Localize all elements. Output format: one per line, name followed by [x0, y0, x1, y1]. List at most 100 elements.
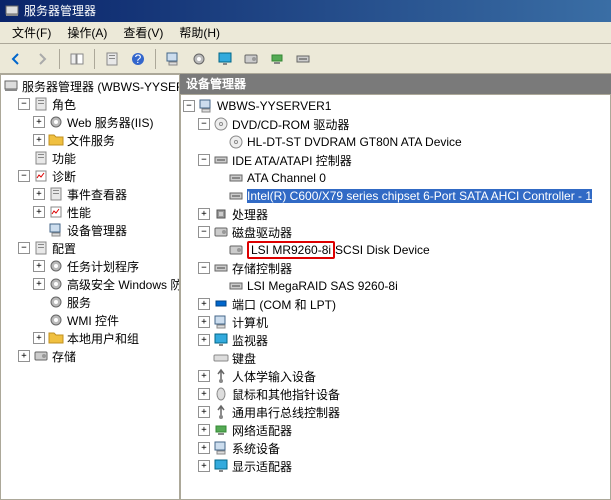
iis-icon	[48, 114, 64, 130]
collapse-icon[interactable]: −	[198, 226, 210, 238]
collapse-icon[interactable]: −	[198, 154, 210, 166]
back-button[interactable]	[4, 47, 28, 71]
expand-icon[interactable]: +	[18, 350, 30, 362]
disk-icon	[213, 224, 229, 240]
display-icon	[213, 458, 229, 474]
dev-ata-channel[interactable]: ATA Channel 0	[183, 169, 608, 187]
cpu-icon	[213, 206, 229, 222]
expand-icon[interactable]: +	[33, 188, 45, 200]
left-tree-panel: 服务器管理器 (WBWS-YYSERVER1 −角色 +Web 服务器(IIS)…	[0, 74, 180, 500]
node-file-service[interactable]: +文件服务	[3, 131, 177, 149]
menu-action[interactable]: 操作(A)	[59, 22, 115, 43]
expand-icon[interactable]: +	[33, 260, 45, 272]
node-web-iis[interactable]: +Web 服务器(IIS)	[3, 113, 177, 131]
node-features[interactable]: 功能	[3, 149, 177, 167]
collapse-icon[interactable]: −	[198, 118, 210, 130]
dev-computer-root[interactable]: −WBWS-YYSERVER1	[183, 97, 608, 115]
node-device-manager[interactable]: 设备管理器	[3, 221, 177, 239]
root-server-manager[interactable]: 服务器管理器 (WBWS-YYSERVER1	[3, 77, 177, 95]
help-button[interactable]: ?	[126, 47, 150, 71]
dvd-icon	[228, 134, 244, 150]
expand-icon[interactable]: +	[198, 424, 210, 436]
expand-icon[interactable]: +	[198, 442, 210, 454]
dev-mouse-category[interactable]: +鼠标和其他指针设备	[183, 385, 608, 403]
node-storage[interactable]: +存储	[3, 347, 177, 365]
menu-file[interactable]: 文件(F)	[4, 22, 59, 43]
expand-icon[interactable]: +	[198, 406, 210, 418]
expand-icon[interactable]: +	[33, 116, 45, 128]
port-icon	[213, 296, 229, 312]
storage-ctrl-icon	[228, 278, 244, 294]
dev-lsi-raid[interactable]: LSI MegaRAID SAS 9260-8i	[183, 277, 608, 295]
node-roles[interactable]: −角色	[3, 95, 177, 113]
properties-button[interactable]	[100, 47, 124, 71]
tb-btn-5[interactable]	[291, 47, 315, 71]
node-configuration[interactable]: −配置	[3, 239, 177, 257]
scan-button[interactable]	[161, 47, 185, 71]
dev-dvd-device[interactable]: HL-DT-ST DVDRAM GT80N ATA Device	[183, 133, 608, 151]
wmi-icon	[48, 312, 64, 328]
collapse-icon[interactable]: −	[198, 262, 210, 274]
dev-display-category[interactable]: +显示适配器	[183, 457, 608, 475]
expand-icon[interactable]: +	[198, 334, 210, 346]
dev-lsi-disk[interactable]: LSI MR9260-8i SCSI Disk Device	[183, 241, 608, 259]
configuration-icon	[33, 240, 49, 256]
node-performance[interactable]: +性能	[3, 203, 177, 221]
dev-network-category[interactable]: +网络适配器	[183, 421, 608, 439]
dev-cpu-category[interactable]: +处理器	[183, 205, 608, 223]
storage-icon	[33, 348, 49, 364]
expand-icon[interactable]: +	[198, 388, 210, 400]
expand-icon[interactable]: +	[33, 332, 45, 344]
node-local-users[interactable]: +本地用户和组	[3, 329, 177, 347]
firewall-icon	[48, 276, 64, 292]
menu-view[interactable]: 查看(V)	[115, 22, 171, 43]
mouse-icon	[213, 386, 229, 402]
dev-usb-category[interactable]: +通用串行总线控制器	[183, 403, 608, 421]
dev-computer-category[interactable]: +计算机	[183, 313, 608, 331]
collapse-icon[interactable]: −	[18, 242, 30, 254]
tb-btn-1[interactable]	[187, 47, 211, 71]
task-scheduler-icon	[48, 258, 64, 274]
services-icon	[48, 294, 64, 310]
node-diagnostics[interactable]: −诊断	[3, 167, 177, 185]
dev-keyboard-category[interactable]: 键盘	[183, 349, 608, 367]
tb-btn-4[interactable]	[265, 47, 289, 71]
node-services[interactable]: 服务	[3, 293, 177, 311]
expand-icon[interactable]: +	[198, 316, 210, 328]
expand-icon[interactable]: +	[198, 298, 210, 310]
collapse-icon[interactable]: −	[18, 98, 30, 110]
expand-icon[interactable]: +	[33, 206, 45, 218]
server-icon	[3, 78, 19, 94]
forward-button[interactable]	[30, 47, 54, 71]
keyboard-icon	[213, 350, 229, 366]
node-firewall[interactable]: +高级安全 Windows 防火墙	[3, 275, 177, 293]
performance-icon	[48, 204, 64, 220]
dev-storage-ctrl-category[interactable]: −存储控制器	[183, 259, 608, 277]
dev-disk-category[interactable]: −磁盘驱动器	[183, 223, 608, 241]
file-service-icon	[48, 132, 64, 148]
dev-hid-category[interactable]: +人体学输入设备	[183, 367, 608, 385]
menu-bar: 文件(F) 操作(A) 查看(V) 帮助(H)	[0, 22, 611, 44]
node-event-viewer[interactable]: +事件查看器	[3, 185, 177, 203]
node-task-scheduler[interactable]: +任务计划程序	[3, 257, 177, 275]
menu-help[interactable]: 帮助(H)	[171, 22, 228, 43]
tb-btn-2[interactable]	[213, 47, 237, 71]
collapse-icon[interactable]: −	[18, 170, 30, 182]
collapse-icon[interactable]: −	[183, 100, 195, 112]
node-wmi[interactable]: WMI 控件	[3, 311, 177, 329]
expand-icon[interactable]: +	[198, 208, 210, 220]
dev-ports-category[interactable]: +端口 (COM 和 LPT)	[183, 295, 608, 313]
tb-btn-3[interactable]	[239, 47, 263, 71]
expand-icon[interactable]: +	[198, 370, 210, 382]
dev-intel-ahci[interactable]: Intel(R) C600/X79 series chipset 6-Port …	[183, 187, 608, 205]
dev-dvd-category[interactable]: −DVD/CD-ROM 驱动器	[183, 115, 608, 133]
monitor-icon	[213, 332, 229, 348]
show-hide-button[interactable]	[65, 47, 89, 71]
dev-ide-category[interactable]: −IDE ATA/ATAPI 控制器	[183, 151, 608, 169]
expand-icon[interactable]: +	[33, 134, 45, 146]
dev-system-category[interactable]: +系统设备	[183, 439, 608, 457]
expand-icon[interactable]: +	[198, 460, 210, 472]
expand-icon[interactable]: +	[33, 278, 45, 290]
roles-icon	[33, 96, 49, 112]
dev-monitor-category[interactable]: +监视器	[183, 331, 608, 349]
